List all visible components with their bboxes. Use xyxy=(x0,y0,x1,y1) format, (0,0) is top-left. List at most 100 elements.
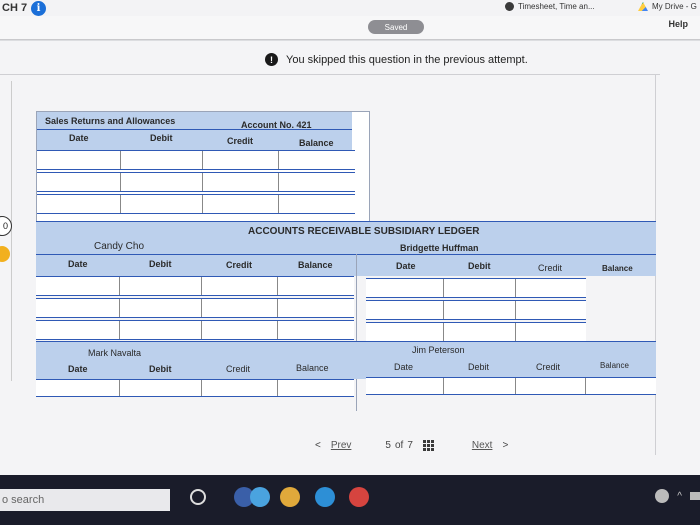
date-input[interactable] xyxy=(366,301,444,319)
debit-input[interactable] xyxy=(121,195,203,213)
debit-input[interactable] xyxy=(444,378,516,394)
app-icon[interactable] xyxy=(349,487,369,507)
debit-input[interactable] xyxy=(120,277,202,295)
column-header-date: Date xyxy=(68,259,88,269)
edge-icon[interactable] xyxy=(250,487,270,507)
debit-input[interactable] xyxy=(120,299,202,317)
chevron-up-icon[interactable]: ^ xyxy=(677,491,682,502)
people-icon[interactable] xyxy=(655,489,670,503)
balance-input[interactable] xyxy=(278,299,354,317)
date-input[interactable] xyxy=(36,299,120,317)
page-of-label: of xyxy=(394,440,404,451)
bookmark-timesheet[interactable]: Timesheet, Time an... xyxy=(505,2,595,11)
date-input[interactable] xyxy=(36,380,120,396)
alert-icon: ! xyxy=(265,53,278,66)
column-header-credit: Credit xyxy=(538,263,563,273)
os-taskbar: o search ^ xyxy=(0,475,700,525)
credit-input[interactable] xyxy=(202,380,278,396)
credit-input[interactable] xyxy=(516,378,586,394)
ar-subsidiary-ledger: ACCOUNTS RECEIVABLE SUBSIDIARY LEDGER Ca… xyxy=(36,221,656,411)
pagination: < Prev 5 of 7 Next > xyxy=(315,440,508,451)
column-header-debit: Debit xyxy=(149,259,172,269)
column-header-date: Date xyxy=(69,133,89,143)
ledger-row xyxy=(366,278,586,298)
credit-input[interactable] xyxy=(203,195,279,213)
divider xyxy=(0,74,660,75)
column-header-balance: Balance xyxy=(298,260,333,270)
skipped-notice: ! You skipped this question in the previ… xyxy=(265,53,528,66)
credit-input[interactable] xyxy=(203,173,279,191)
credit-input[interactable] xyxy=(516,279,586,297)
divider xyxy=(36,341,656,342)
credit-input[interactable] xyxy=(516,301,586,319)
bookmark-my-drive[interactable]: My Drive - G xyxy=(638,2,697,11)
bookmark-label: Timesheet, Time an... xyxy=(518,2,595,11)
ledger-row xyxy=(36,379,354,397)
debit-input[interactable] xyxy=(444,279,516,297)
grid-menu-icon[interactable] xyxy=(422,440,434,451)
date-input[interactable] xyxy=(36,321,120,339)
credit-input[interactable] xyxy=(202,277,278,295)
balance-input[interactable] xyxy=(278,277,354,295)
divider xyxy=(36,221,656,222)
balance-input[interactable] xyxy=(586,378,656,394)
debit-input[interactable] xyxy=(444,323,516,341)
date-input[interactable] xyxy=(37,195,121,213)
column-header-credit: Credit xyxy=(227,136,254,146)
column-header-debit: Debit xyxy=(150,133,173,143)
date-input[interactable] xyxy=(366,323,444,341)
customer-name: Mark Navalta xyxy=(88,348,142,358)
credit-input[interactable] xyxy=(516,323,586,341)
google-drive-icon xyxy=(638,2,648,11)
credit-input[interactable] xyxy=(202,299,278,317)
balance-input[interactable] xyxy=(279,195,355,213)
debit-input[interactable] xyxy=(121,151,203,169)
chevron-right-icon[interactable]: > xyxy=(502,440,508,451)
balance-input[interactable] xyxy=(278,321,354,339)
customer-name: Bridgette Huffman xyxy=(400,243,479,253)
date-input[interactable] xyxy=(37,173,121,191)
help-link[interactable]: Help xyxy=(668,19,688,29)
ledger-row xyxy=(366,377,656,395)
prev-link[interactable]: Prev xyxy=(331,440,352,451)
balance-input[interactable] xyxy=(279,151,355,169)
debit-input[interactable] xyxy=(120,321,202,339)
customer-name: Jim Peterson xyxy=(412,345,465,355)
chevron-left-icon[interactable]: < xyxy=(315,440,321,451)
ledger-row xyxy=(366,300,586,320)
date-input[interactable] xyxy=(36,277,120,295)
current-page: 5 xyxy=(385,440,391,451)
column-header-credit: Credit xyxy=(226,260,253,270)
balance-input[interactable] xyxy=(279,173,355,191)
account-number: Account No. 421 xyxy=(241,120,312,130)
column-header-balance: Balance xyxy=(299,138,334,148)
browser-tab[interactable]: CH 7 i xyxy=(0,0,47,16)
internet-explorer-icon[interactable] xyxy=(315,487,335,507)
bookmark-label: My Drive - G xyxy=(652,2,697,11)
date-input[interactable] xyxy=(366,378,444,394)
debit-input[interactable] xyxy=(120,380,202,396)
saved-badge: Saved xyxy=(368,20,424,34)
cortana-icon[interactable] xyxy=(190,489,206,505)
credit-input[interactable] xyxy=(202,321,278,339)
chrome-icon[interactable] xyxy=(280,487,300,507)
column-header-debit: Debit xyxy=(468,362,490,372)
next-link[interactable]: Next xyxy=(472,440,493,451)
notice-text: You skipped this question in the previou… xyxy=(286,53,528,66)
column-header-balance: Balance xyxy=(600,361,629,370)
info-icon[interactable]: i xyxy=(31,0,47,16)
date-input[interactable] xyxy=(366,279,444,297)
taskbar-search[interactable]: o search xyxy=(0,489,170,511)
ledger-row xyxy=(37,194,355,214)
date-input[interactable] xyxy=(37,151,121,169)
ledger-row xyxy=(36,276,354,296)
debit-input[interactable] xyxy=(121,173,203,191)
network-icon[interactable] xyxy=(690,492,700,500)
credit-input[interactable] xyxy=(203,151,279,169)
ledger-title: Sales Returns and Allowances xyxy=(45,116,176,126)
ledger-row xyxy=(36,298,354,318)
column-header-credit: Credit xyxy=(536,362,561,372)
question-content: ! You skipped this question in the previ… xyxy=(0,41,700,475)
ledger-row xyxy=(37,150,355,170)
debit-input[interactable] xyxy=(444,301,516,319)
